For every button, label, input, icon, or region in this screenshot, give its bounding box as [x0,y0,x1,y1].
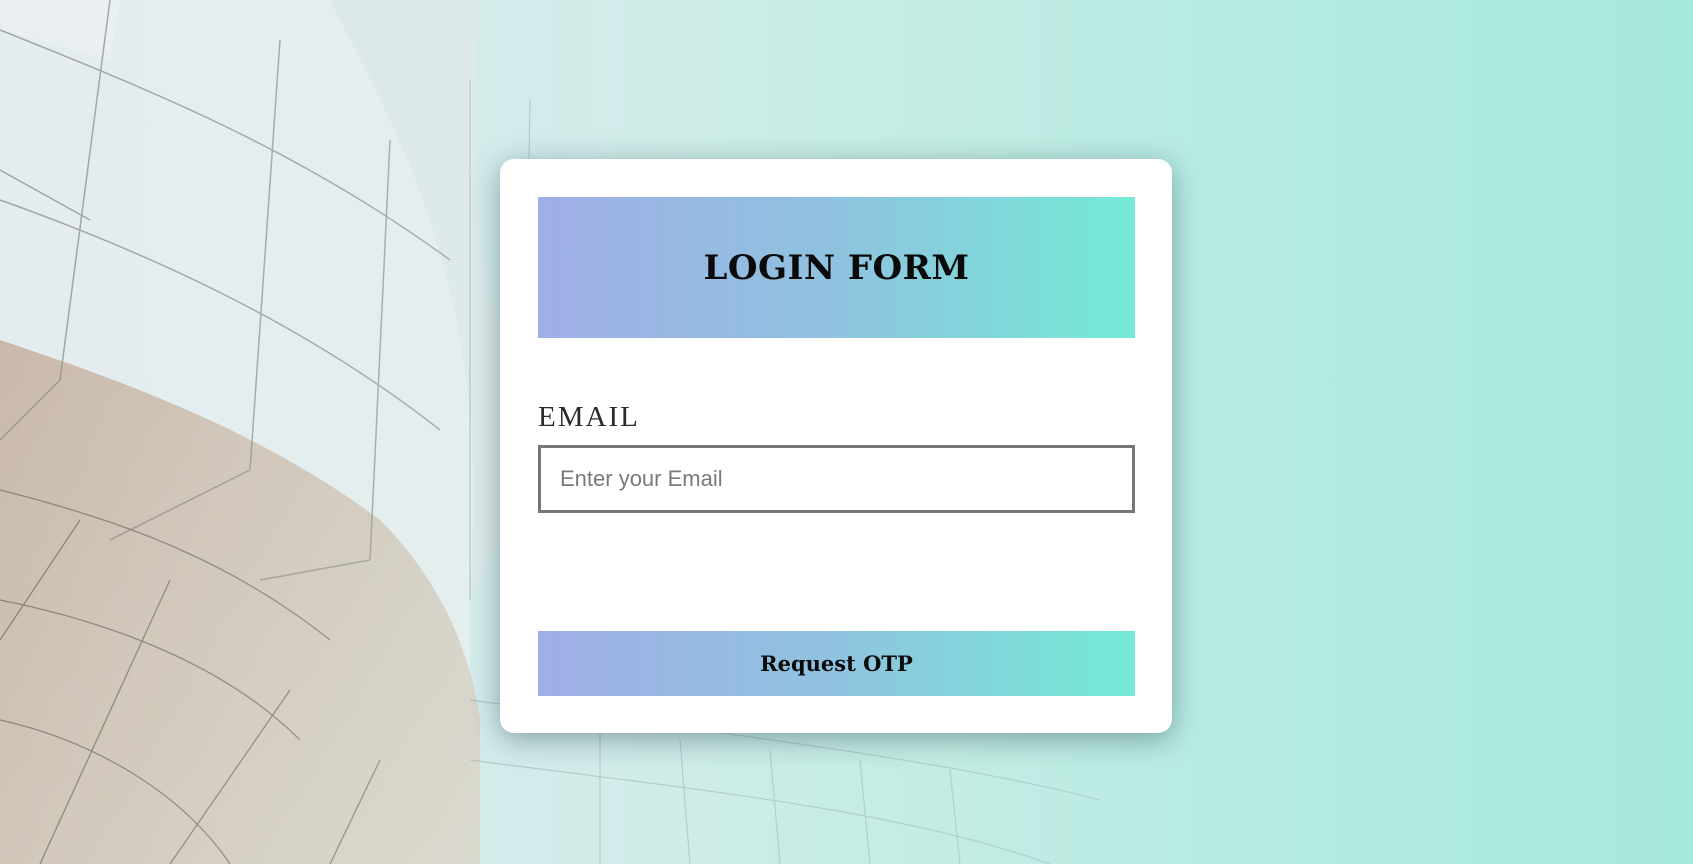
form-header: LOGIN FORM [538,197,1135,338]
login-card: LOGIN FORM EMAIL Request OTP [500,159,1172,733]
form-title: LOGIN FORM [703,247,970,288]
login-page: LOGIN FORM EMAIL Request OTP [0,0,1693,864]
request-otp-button[interactable]: Request OTP [538,631,1135,696]
email-field[interactable] [538,445,1135,513]
email-label: EMAIL [538,401,640,433]
